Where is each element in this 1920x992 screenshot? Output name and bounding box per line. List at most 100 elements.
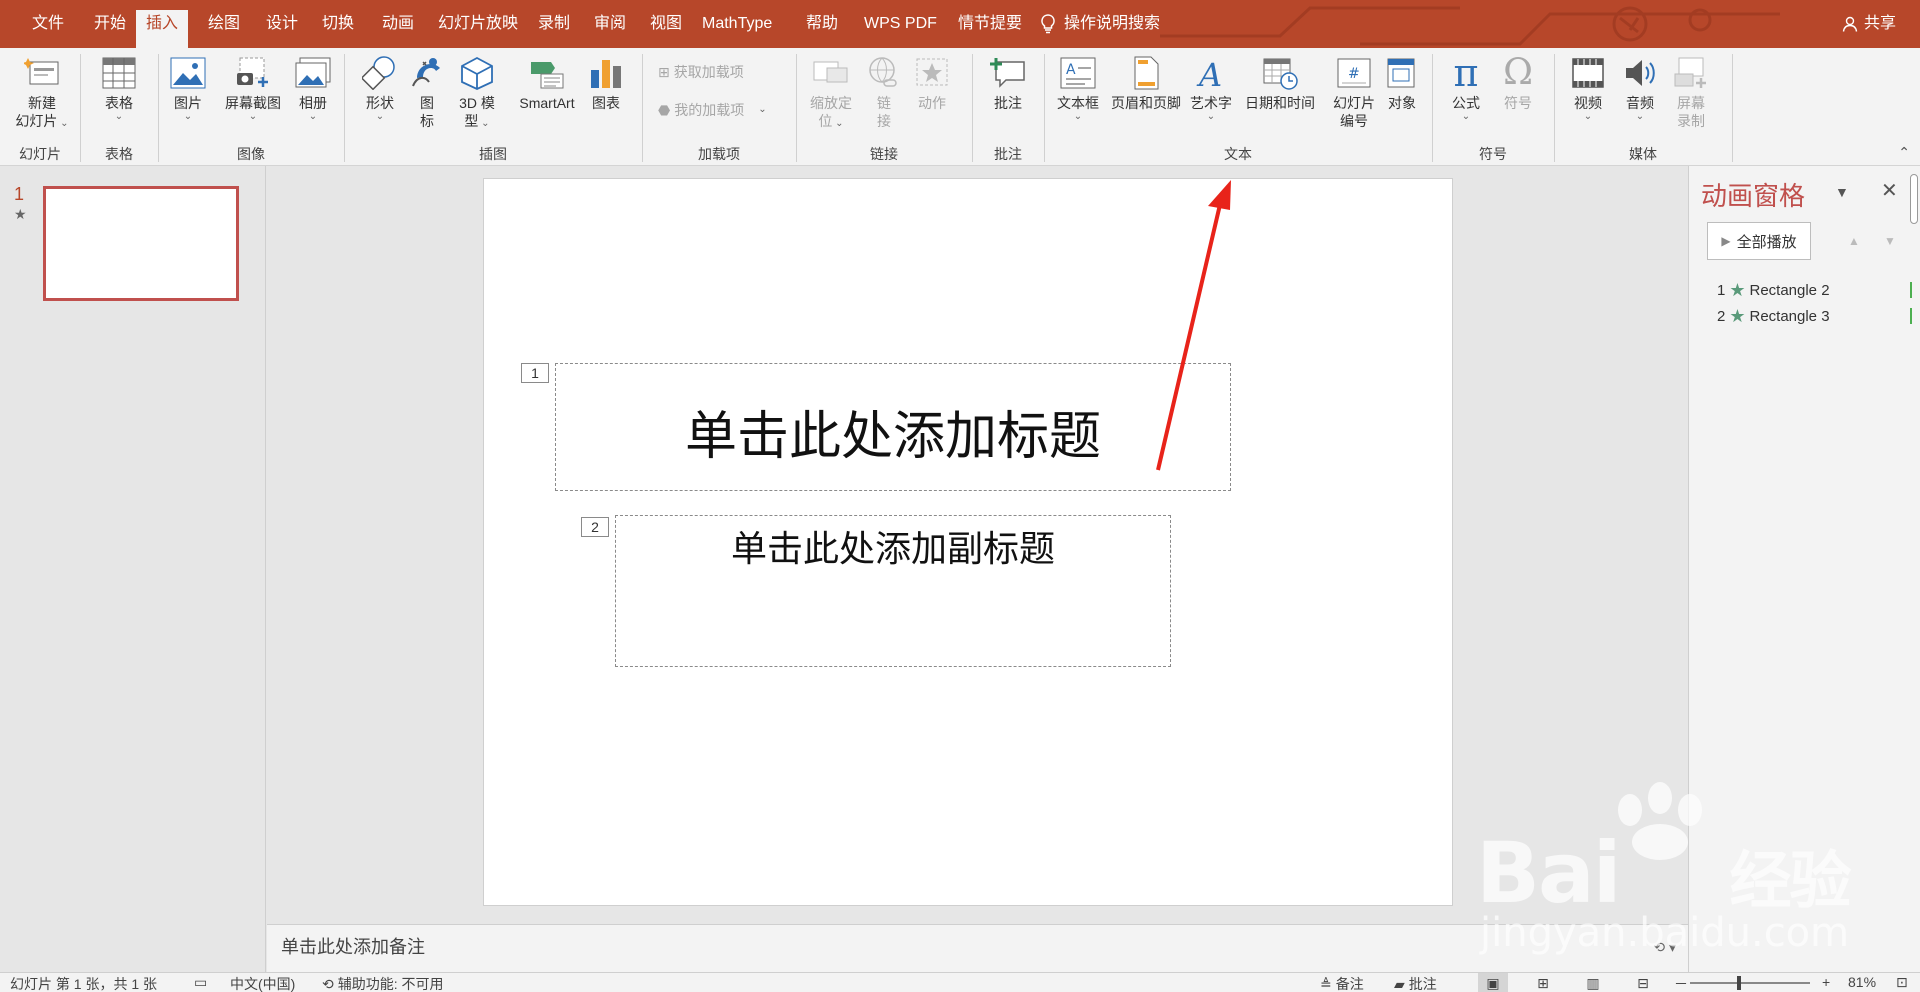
subtitle-placeholder[interactable]: 单击此处添加副标题 xyxy=(615,515,1171,667)
new-slide-label-1: 新建 xyxy=(28,95,56,111)
zoom-slider-thumb[interactable] xyxy=(1737,976,1741,990)
smartart-button[interactable]: SmartArt xyxy=(510,54,584,112)
table-button[interactable]: 表格 ⌄ xyxy=(94,54,144,122)
tab-12[interactable]: 帮助 xyxy=(796,10,848,38)
tab-7[interactable]: 幻灯片放映 xyxy=(428,10,528,38)
screenshot-button[interactable]: 屏幕截图 ⌄ xyxy=(218,54,288,122)
addin-grid-icon: ⊞ xyxy=(658,63,670,80)
tab-2[interactable]: 插入 xyxy=(136,10,189,48)
comment-button[interactable]: 批注 xyxy=(986,54,1030,112)
close-icon[interactable]: ✕ xyxy=(1881,178,1898,203)
audio-button[interactable]: 音频 ⌄ xyxy=(1618,54,1662,122)
comments-toggle-button[interactable]: ▰ 批注 xyxy=(1394,974,1437,992)
timing-bar xyxy=(1910,308,1912,324)
slide-number-button[interactable]: # 幻灯片 编号 xyxy=(1326,54,1382,130)
pane-options-dropdown-icon[interactable]: ▼ xyxy=(1835,184,1849,200)
slide-thumbnail[interactable] xyxy=(43,186,239,301)
tab-10[interactable]: 视图 xyxy=(640,10,692,38)
comment-bubble-icon: ▰ xyxy=(1394,975,1405,992)
album-icon xyxy=(293,54,333,92)
3d-models-button[interactable]: 3D 模 型 ⌄ xyxy=(452,54,502,130)
smartart-icon xyxy=(527,54,567,92)
svg-text:#: # xyxy=(1348,66,1360,82)
datetime-button[interactable]: 日期和时间 xyxy=(1238,54,1322,112)
group-label-tables: 表格 xyxy=(105,146,133,162)
my-addins-label: 我的加载项 xyxy=(674,102,745,118)
animation-item[interactable]: 2 ★ Rectangle 3 xyxy=(1717,306,1830,327)
normal-view-icon[interactable]: ▣ xyxy=(1478,973,1508,992)
object-button[interactable]: 对象 xyxy=(1378,54,1426,112)
animation-tag-2: 2 xyxy=(581,517,609,537)
table-icon xyxy=(99,54,139,92)
zoom-slider[interactable] xyxy=(1690,976,1810,990)
tab-11[interactable]: MathType xyxy=(692,10,782,38)
slide-sorter-view-icon[interactable]: ⊞ xyxy=(1528,973,1558,992)
slideshow-view-icon[interactable]: ⊟ xyxy=(1628,973,1658,992)
textbox-button[interactable]: A 文本框 ⌄ xyxy=(1054,54,1102,122)
icons-button[interactable]: 图 标 xyxy=(412,54,442,130)
video-button[interactable]: 视频 ⌄ xyxy=(1566,54,1610,122)
tab-6[interactable]: 动画 xyxy=(372,10,424,38)
tell-me-label: 操作说明搜索 xyxy=(1064,15,1161,32)
title-placeholder-text: 单击此处添加标题 xyxy=(684,407,1101,467)
ribbon-separator xyxy=(1732,54,1733,162)
play-all-button[interactable]: ▶ 全部播放 xyxy=(1707,222,1811,260)
tell-me-search[interactable]: 操作说明搜索 xyxy=(1040,10,1160,38)
tab-14[interactable]: 情节提要 xyxy=(948,10,1032,38)
thumbnail-number: 1 xyxy=(14,184,25,204)
header-footer-button[interactable]: 页眉和页脚 xyxy=(1106,54,1186,112)
notes-toggle-button[interactable]: ≜ 备注 xyxy=(1320,974,1364,992)
zoom-out-button[interactable]: － xyxy=(1674,974,1688,992)
speaker-icon xyxy=(1620,54,1660,92)
equation-button[interactable]: π 公式 ⌄ xyxy=(1444,54,1488,122)
fit-slide-icon[interactable]: ⊡ xyxy=(1896,974,1908,991)
tab-8[interactable]: 录制 xyxy=(528,10,580,38)
screen-recording-button[interactable]: 屏幕 录制 xyxy=(1668,54,1714,130)
title-placeholder[interactable]: 单击此处添加标题 xyxy=(555,363,1231,491)
screen-recording-label-2: 录制 xyxy=(1677,113,1705,129)
language-status[interactable]: 中文(中国) xyxy=(230,974,295,992)
reading-view-icon[interactable]: ▥ xyxy=(1578,973,1608,992)
shapes-button[interactable]: 形状 ⌄ xyxy=(358,54,402,122)
animation-item[interactable]: 1 ★ Rectangle 2 xyxy=(1717,280,1830,301)
tab-1[interactable]: 开始 xyxy=(84,10,136,38)
pi-icon: π xyxy=(1453,51,1479,95)
my-addins-button[interactable]: ⬣ 我的加载项 ⌄ xyxy=(658,100,767,120)
action-button[interactable]: 动作 xyxy=(910,54,954,112)
tab-0[interactable]: 文件 xyxy=(22,10,74,38)
screenshot-icon xyxy=(233,54,273,92)
object-icon xyxy=(1382,54,1422,92)
notes-icon: ≜ xyxy=(1320,975,1332,992)
group-comments: 批注 批注 xyxy=(972,48,1044,166)
picture-button[interactable]: 图片 ⌄ xyxy=(168,54,208,122)
link-button[interactable]: 链 接 xyxy=(864,54,904,130)
tab-13[interactable]: WPS PDF xyxy=(854,10,947,38)
album-label: 相册 xyxy=(299,95,327,111)
wordart-icon: A xyxy=(1191,54,1231,92)
move-down-icon[interactable]: ▼ xyxy=(1873,222,1907,260)
album-button[interactable]: 相册 ⌄ xyxy=(290,54,336,122)
symbol-button[interactable]: Ω 符号 xyxy=(1496,54,1540,112)
zoom-level[interactable]: 81% xyxy=(1848,974,1876,990)
tab-4[interactable]: 设计 xyxy=(256,10,308,38)
new-slide-button[interactable]: 新建 幻灯片 ⌄ xyxy=(10,54,74,130)
chart-button[interactable]: 图表 xyxy=(584,54,628,112)
notes-placeholder[interactable]: 单击此处添加备注 xyxy=(281,933,425,959)
icons-label-1: 图 xyxy=(420,95,434,111)
zoom-in-button[interactable]: + xyxy=(1822,974,1830,990)
collapse-ribbon-icon[interactable]: ⌃ xyxy=(1898,144,1910,161)
tab-5[interactable]: 切换 xyxy=(312,10,364,38)
spellcheck-icon[interactable]: ▭ xyxy=(194,974,207,991)
watermark-url: jingyan.baidu.com xyxy=(1480,910,1850,956)
move-up-icon[interactable]: ▲ xyxy=(1837,222,1871,260)
pane-scrollbar[interactable] xyxy=(1910,174,1918,224)
get-addins-button[interactable]: ⊞ 获取加载项 xyxy=(658,62,744,82)
slide-canvas[interactable]: 1 单击此处添加标题 2 单击此处添加副标题 xyxy=(483,178,1453,906)
zoom-button[interactable]: 缩放定 位 ⌄ xyxy=(804,54,858,130)
tab-3[interactable]: 绘图 xyxy=(198,10,250,38)
wordart-button[interactable]: A 艺术字 ⌄ xyxy=(1188,54,1234,122)
tab-9[interactable]: 审阅 xyxy=(584,10,636,38)
link-label-2: 接 xyxy=(877,113,891,129)
accessibility-status[interactable]: ⟲ 辅助功能: 不可用 xyxy=(322,974,444,992)
share-button[interactable]: 共享 xyxy=(1842,10,1896,38)
